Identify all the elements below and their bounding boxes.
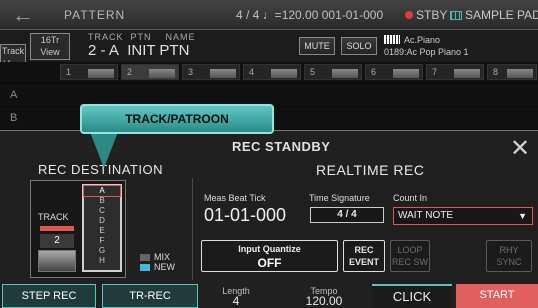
track-pattern-tooltip: TRACK/PATROON xyxy=(80,104,274,134)
instrument-icon xyxy=(210,69,236,78)
tempo-display[interactable]: Tempo 120.00 xyxy=(284,284,364,308)
track-cell[interactable]: 8 xyxy=(487,64,537,80)
instrument-icon xyxy=(149,69,175,78)
dropdown-arrow-icon: ▼ xyxy=(518,211,527,221)
new-swatch xyxy=(140,264,150,271)
screen-title: PATTERN xyxy=(64,8,126,22)
track-cell[interactable]: 1 xyxy=(60,64,118,80)
name-value: INIT PTN xyxy=(127,42,190,59)
instrument-icon xyxy=(393,69,419,78)
instrument-icon xyxy=(507,69,533,78)
letter-item-h[interactable]: H xyxy=(84,256,120,266)
mute-button[interactable]: MUTE xyxy=(299,37,335,55)
instrument-icon xyxy=(454,69,480,78)
pattern-letter-list[interactable]: A B C D E F G H xyxy=(82,184,122,272)
standby-status: STBY xyxy=(405,8,447,22)
tr-rec-button[interactable]: TR-REC xyxy=(102,284,198,308)
track-value: 2 xyxy=(88,42,97,59)
solo-button[interactable]: SOLO xyxy=(341,37,377,55)
meas-beat-tick-label: Meas Beat Tick xyxy=(204,193,266,203)
back-arrow-icon[interactable]: ← xyxy=(12,2,34,28)
track-cell[interactable]: 3 xyxy=(182,64,240,80)
rhy-sync-button[interactable]: RHY SYNC xyxy=(486,240,532,272)
grid-icon xyxy=(450,11,462,20)
time-signature-field[interactable]: 4 / 4 xyxy=(310,207,384,223)
tone-info[interactable]: Ac.Piano 0189:Ac Pop Piano 1 xyxy=(384,34,469,58)
pattern-row-a[interactable]: A xyxy=(0,84,538,106)
keyboard-icon xyxy=(384,35,400,44)
letter-item-d[interactable]: D xyxy=(84,216,120,226)
letter-item-e[interactable]: E xyxy=(84,226,120,236)
track-cell[interactable]: 2 xyxy=(121,64,179,80)
top-bar: ← PATTERN 4 / 4 ♩=120.00 001-01-000 STBY… xyxy=(0,0,538,30)
start-button[interactable]: START xyxy=(456,284,538,308)
dialog-title: REC STANDBY xyxy=(232,139,331,154)
step-rec-button[interactable]: STEP REC xyxy=(2,284,96,308)
close-icon[interactable]: ✕ xyxy=(510,134,530,163)
count-in-select[interactable]: WAIT NOTE ▼ xyxy=(393,207,533,225)
piano-icon xyxy=(38,250,76,272)
instrument-icon xyxy=(271,69,297,78)
tempo-position-status: 4 / 4 ♩=120.00 001-01-000 xyxy=(236,8,384,22)
time-signature-label: Time Signature xyxy=(309,193,370,203)
count-in-label: Count In xyxy=(393,193,428,203)
track-cell[interactable]: 4 xyxy=(243,64,301,80)
input-quantize-button[interactable]: Input Quantize OFF xyxy=(201,240,338,272)
track-color-bar xyxy=(40,226,74,231)
letter-item-g[interactable]: G xyxy=(84,246,120,256)
instrument-icon xyxy=(88,69,114,78)
track-label: TRACK xyxy=(38,212,69,222)
track-cell[interactable]: 7 xyxy=(426,64,484,80)
divider xyxy=(192,178,193,280)
tooltip-pointer xyxy=(90,132,118,168)
click-button[interactable]: CLICK xyxy=(372,284,452,308)
track-cell[interactable]: 5 xyxy=(304,64,362,80)
sample-pad-button[interactable]: SAMPLE PAD xyxy=(450,8,538,22)
letter-item-c[interactable]: C xyxy=(84,206,120,216)
mix-new-legend[interactable]: MIX NEW xyxy=(140,252,175,272)
letter-item-f[interactable]: F xyxy=(84,236,120,246)
loop-rec-sw-button[interactable]: LOOP REC SW xyxy=(390,240,430,272)
rec-event-button[interactable]: REC EVENT xyxy=(343,240,385,272)
record-dot-icon xyxy=(405,11,413,19)
letter-item-a[interactable]: A xyxy=(83,185,121,197)
view-16tr-button[interactable]: 16Tr View xyxy=(30,33,70,60)
instrument-icon xyxy=(332,69,358,78)
ptn-value: - A xyxy=(100,42,119,59)
letter-item-b[interactable]: B xyxy=(84,196,120,206)
pattern-field-values[interactable]: 2 - A INIT PTN xyxy=(88,42,189,59)
track-number[interactable]: 2 xyxy=(40,234,74,248)
track-cell[interactable]: 6 xyxy=(365,64,423,80)
mix-swatch xyxy=(140,254,150,261)
meas-beat-tick-value[interactable]: 01-01-000 xyxy=(204,205,286,226)
pattern-field-labels: TRACK PTN NAME xyxy=(88,32,196,42)
length-display[interactable]: Length 4 xyxy=(206,284,266,308)
realtime-rec-heading: REALTIME REC xyxy=(316,162,425,178)
